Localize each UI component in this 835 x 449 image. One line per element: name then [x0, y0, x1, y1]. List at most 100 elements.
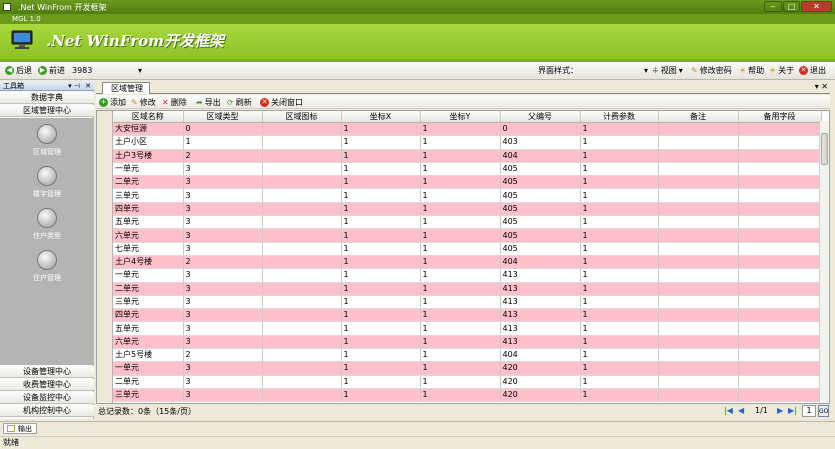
table-row[interactable]: 六单元 3 1 1 413 1: [113, 335, 822, 350]
region-data-grid[interactable]: 区域名称 区域类型 区域图标 坐标X 坐标Y 父编号 计费参数 备注 备用字段 大安恒源 0 1 1 0…: [96, 110, 830, 404]
table-cell[interactable]: 1: [420, 282, 501, 296]
table-cell[interactable]: 1: [420, 295, 501, 310]
table-row[interactable]: 土户4号楼 2 1 1 404 1: [113, 255, 822, 270]
table-cell[interactable]: 413: [500, 321, 581, 336]
table-cell[interactable]: 1: [420, 348, 501, 363]
table-cell[interactable]: 1: [580, 295, 659, 310]
table-cell[interactable]: 1: [341, 375, 421, 389]
table-cell[interactable]: 1: [580, 348, 659, 363]
table-cell[interactable]: [738, 162, 822, 177]
table-cell[interactable]: 3: [183, 215, 263, 230]
table-cell[interactable]: 1: [580, 228, 659, 243]
table-cell[interactable]: [738, 388, 822, 403]
table-row[interactable]: 五单元 3 1 1 405 1: [113, 215, 822, 230]
table-cell[interactable]: 七单元: [113, 242, 184, 256]
table-cell[interactable]: 3: [183, 295, 263, 310]
table-cell[interactable]: 413: [500, 295, 581, 310]
table-cell[interactable]: 1: [341, 282, 421, 296]
close-button[interactable]: ✕: [801, 1, 832, 12]
table-cell[interactable]: 405: [500, 228, 581, 243]
table-cell[interactable]: 1: [580, 135, 659, 150]
table-cell[interactable]: 2: [183, 255, 263, 270]
table-cell[interactable]: 土户5号楼: [113, 348, 184, 363]
table-cell[interactable]: [658, 308, 739, 323]
close-window-button[interactable]: ✕ 关闭窗口: [260, 97, 303, 108]
table-cell[interactable]: [738, 295, 822, 310]
table-cell[interactable]: [658, 282, 739, 296]
table-cell[interactable]: 1: [341, 255, 421, 270]
vertical-scrollbar[interactable]: [819, 121, 829, 403]
table-cell[interactable]: [658, 255, 739, 270]
minimize-button[interactable]: ‒: [764, 1, 782, 12]
table-cell[interactable]: 三单元: [113, 388, 184, 403]
column-header[interactable]: 备用字段: [738, 111, 822, 123]
table-row[interactable]: 三单元 3 1 1 420 1: [113, 388, 822, 403]
table-cell[interactable]: 405: [500, 175, 581, 190]
help-button[interactable]: ☀ 帮助: [739, 65, 764, 76]
sidebar-item-resident-type[interactable]: 住户类型: [0, 208, 94, 241]
table-cell[interactable]: 1: [580, 242, 659, 256]
table-cell[interactable]: 土户4号楼: [113, 255, 184, 270]
table-cell[interactable]: [262, 202, 342, 217]
table-cell[interactable]: [738, 188, 822, 203]
table-cell[interactable]: 1: [420, 361, 501, 376]
table-cell[interactable]: 1: [420, 242, 501, 256]
address-combo[interactable]: 3983 ▾: [72, 65, 142, 77]
table-cell[interactable]: 1: [580, 268, 659, 283]
edit-button[interactable]: ✎ 修改: [131, 97, 156, 108]
table-cell[interactable]: 1: [420, 228, 501, 243]
table-cell[interactable]: 1: [580, 202, 659, 217]
table-cell[interactable]: 1: [341, 135, 421, 150]
table-cell[interactable]: 1: [341, 308, 421, 323]
table-cell[interactable]: 1: [580, 162, 659, 177]
table-cell[interactable]: 405: [500, 202, 581, 217]
table-cell[interactable]: 六单元: [113, 335, 184, 350]
table-cell[interactable]: 1: [341, 348, 421, 363]
table-cell[interactable]: 0: [500, 122, 581, 137]
table-cell[interactable]: 1: [341, 295, 421, 310]
table-cell[interactable]: 3: [183, 242, 263, 256]
table-cell[interactable]: 3: [183, 162, 263, 177]
table-cell[interactable]: [262, 268, 342, 283]
column-header[interactable]: 区域名称: [113, 111, 184, 123]
change-password-button[interactable]: ✎ 修改密码: [691, 65, 732, 76]
table-cell[interactable]: 1: [341, 122, 421, 137]
table-cell[interactable]: 1: [341, 335, 421, 350]
table-cell[interactable]: 413: [500, 335, 581, 350]
table-cell[interactable]: 1: [580, 308, 659, 323]
table-cell[interactable]: 1: [420, 215, 501, 230]
table-cell[interactable]: 二单元: [113, 175, 184, 190]
sidebar-cat-billing[interactable]: 收费管理中心: [0, 379, 94, 391]
table-cell[interactable]: [738, 335, 822, 350]
table-cell[interactable]: [738, 175, 822, 190]
table-cell[interactable]: 1: [580, 149, 659, 163]
table-cell[interactable]: [262, 335, 342, 350]
add-button[interactable]: + 添加: [99, 97, 126, 108]
table-cell[interactable]: 405: [500, 215, 581, 230]
table-cell[interactable]: [658, 188, 739, 203]
next-page-icon[interactable]: ▶: [777, 406, 783, 415]
last-page-icon[interactable]: ▶|: [788, 406, 797, 415]
table-cell[interactable]: [262, 135, 342, 150]
column-header[interactable]: 计费参数: [580, 111, 659, 123]
table-cell[interactable]: [738, 255, 822, 270]
table-row[interactable]: 三单元 3 1 1 405 1: [113, 188, 822, 203]
table-cell[interactable]: 420: [500, 361, 581, 376]
table-cell[interactable]: [262, 388, 342, 403]
table-cell[interactable]: [262, 149, 342, 163]
pin-icon[interactable]: ▾ ⊣: [68, 81, 80, 91]
table-cell[interactable]: [658, 175, 739, 190]
table-cell[interactable]: 2: [183, 348, 263, 363]
table-cell[interactable]: 405: [500, 162, 581, 177]
about-button[interactable]: ☀ 关于: [769, 65, 794, 76]
table-cell[interactable]: [658, 388, 739, 403]
table-cell[interactable]: 1: [420, 175, 501, 190]
table-cell[interactable]: [738, 135, 822, 150]
table-cell[interactable]: [262, 361, 342, 376]
table-cell[interactable]: 1: [580, 122, 659, 137]
table-cell[interactable]: 1: [580, 282, 659, 296]
table-cell[interactable]: [738, 308, 822, 323]
table-cell[interactable]: 土户小区: [113, 135, 184, 150]
table-cell[interactable]: [658, 122, 739, 137]
sidebar-cat-dictionary[interactable]: 数据字典: [0, 92, 94, 104]
